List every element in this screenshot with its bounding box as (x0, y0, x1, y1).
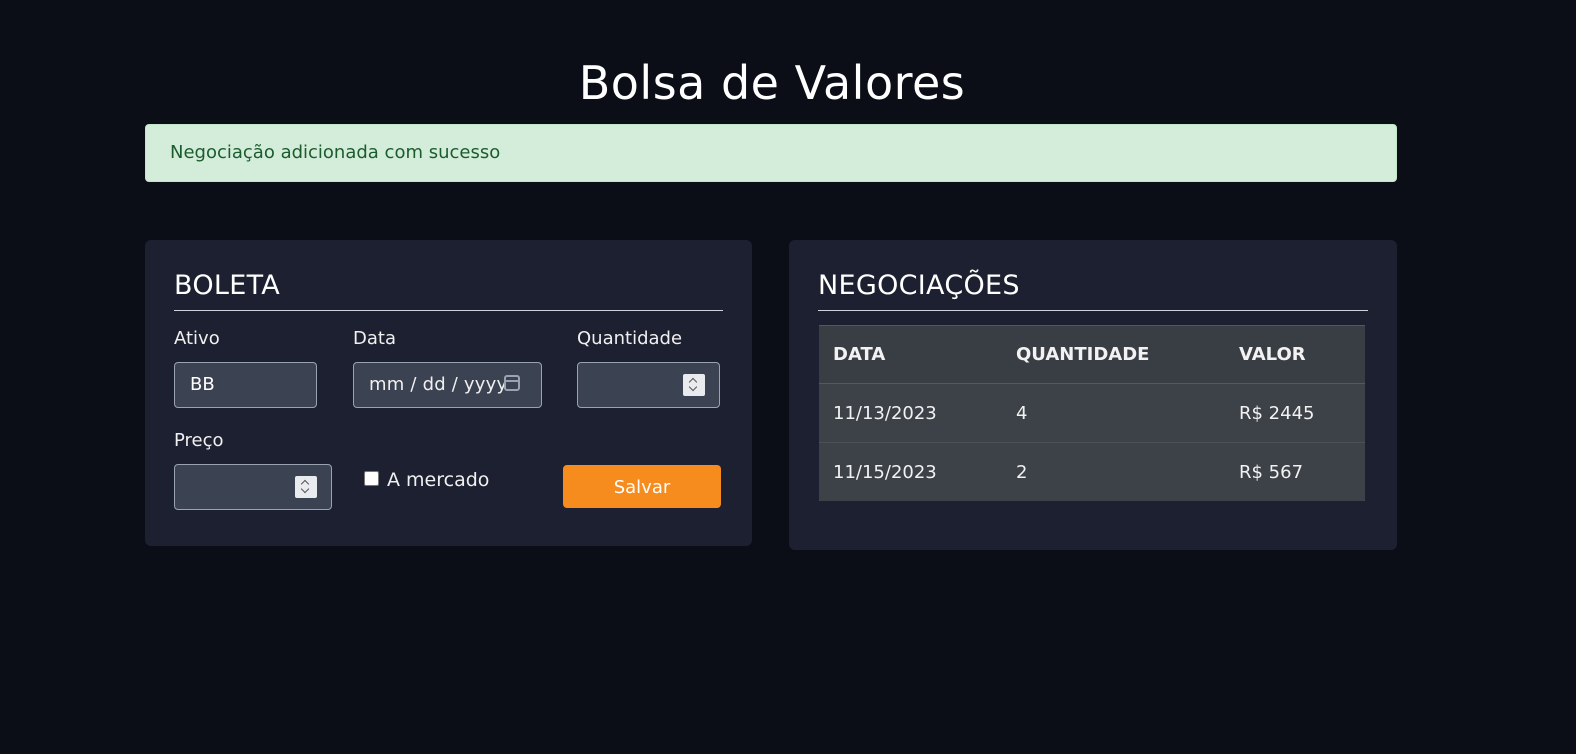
cell-valor: R$ 2445 (1225, 383, 1365, 443)
cell-data: 11/15/2023 (833, 461, 937, 483)
cell-quantidade: 4 (1002, 383, 1225, 443)
quantidade-input[interactable] (577, 362, 720, 408)
table-row: 11/13/2023 4 R$ 2445 (819, 383, 1365, 443)
negociacoes-title: NEGOCIAÇÕES (818, 270, 1368, 311)
data-input[interactable]: mm / dd / yyyy (353, 362, 542, 408)
column-header-data: DATA (819, 325, 1002, 384)
quantidade-spinner-icon[interactable] (683, 374, 705, 396)
ativo-input[interactable]: BB (174, 362, 317, 408)
save-button[interactable]: Salvar (563, 465, 721, 508)
page-title: Bolsa de Valores (578, 56, 966, 110)
data-label: Data (353, 328, 396, 349)
preco-input[interactable] (174, 464, 332, 510)
mercado-label[interactable]: A mercado (387, 469, 489, 491)
negociacoes-card: NEGOCIAÇÕES DATA QUANTIDADE VALOR 11/13/… (789, 240, 1397, 550)
boleta-title: BOLETA (174, 270, 723, 311)
negociacoes-table: DATA QUANTIDADE VALOR 11/13/2023 4 R$ 24… (819, 325, 1365, 501)
success-alert: Negociação adicionada com sucesso (145, 124, 1397, 182)
preco-label: Preço (174, 430, 224, 451)
ativo-value: BB (190, 374, 215, 395)
calendar-icon[interactable] (504, 375, 520, 391)
column-header-valor: VALOR (1225, 325, 1365, 384)
column-header-quantidade: QUANTIDADE (1002, 325, 1225, 384)
quantidade-label: Quantidade (577, 328, 683, 349)
table-header-row: DATA QUANTIDADE VALOR (819, 325, 1365, 384)
cell-data: 11/13/2023 (819, 383, 1002, 443)
cell-quantidade: 2 (1016, 461, 1028, 483)
cell-valor: R$ 567 (1239, 461, 1304, 483)
data-placeholder: mm / dd / yyyy (369, 374, 508, 395)
ativo-label: Ativo (174, 328, 220, 349)
mercado-checkbox[interactable] (364, 471, 379, 486)
preco-spinner-icon[interactable] (295, 476, 317, 498)
boleta-card: BOLETA Ativo BB Data mm / dd / yyyy Quan… (145, 240, 752, 546)
table-row: 11/15/2023 2 R$ 567 (819, 443, 1365, 502)
alert-message: Negociação adicionada com sucesso (170, 142, 501, 163)
